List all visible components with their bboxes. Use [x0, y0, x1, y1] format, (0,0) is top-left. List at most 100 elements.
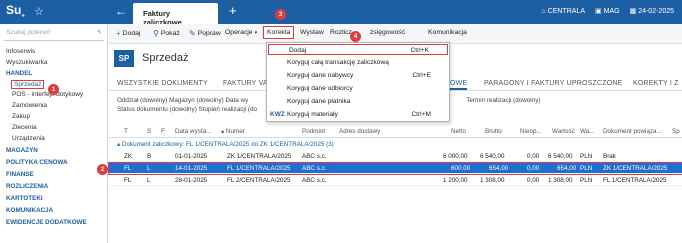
date-indicator[interactable]: ▦ 24-02-2025 [629, 7, 674, 16]
document-tab[interactable]: Faktury zaliczkowe [133, 3, 218, 27]
wystaw-button[interactable]: Wystaw [300, 29, 324, 36]
grid-header: T S F Data wysta... ▴ Numer Podmiot Adre… [109, 125, 682, 138]
col-linked-doc[interactable]: Dokument powiąza... [603, 128, 662, 135]
search-placeholder: Szukaj poleceń [6, 29, 51, 36]
sidebar-item-wyszukiwarka[interactable]: Wyszukiwarka [6, 59, 47, 66]
col-number[interactable]: ▴ Numer [221, 128, 245, 135]
cell-netto: 600,00 [451, 165, 471, 172]
group-row[interactable]: ▴ Dokument zaliczkowy: FL 1/CENTRALA/202… [109, 139, 682, 150]
cell-brutto: 1 308,00 [480, 177, 505, 184]
rozliczenia-label: Rozlicz [330, 29, 352, 36]
sidebar-head-handel[interactable]: HANDEL [6, 70, 32, 77]
col-netto[interactable]: Netto [451, 128, 466, 135]
add-button[interactable]: + Dodaj [116, 29, 140, 38]
cell-entity: ABC s.c. [302, 153, 327, 160]
sidebar-item-zamowienia[interactable]: Zamówienia [12, 102, 47, 109]
callout-2: 2 [97, 164, 108, 175]
korekta-button[interactable]: Korekta [263, 26, 295, 39]
cell-s: B [147, 153, 152, 160]
mag-indicator[interactable]: ▣ MAG [594, 7, 620, 16]
operacje-button[interactable]: Operacje ▾ [225, 29, 257, 36]
sidebar: Szukaj poleceń ✎ Infoserwis Wyszukiwarka… [0, 24, 108, 243]
cell-nieop: 0,00 [527, 177, 540, 184]
sidebar-head-rozliczenia[interactable]: ROZLICZENIA [6, 183, 48, 190]
calendar-icon: ▦ [629, 8, 637, 15]
back-arrow-icon[interactable]: ← [115, 4, 127, 18]
col-s[interactable]: S [147, 128, 151, 135]
callout-1: 1 [48, 84, 59, 95]
cell-date: 14-01-2025 [175, 165, 208, 172]
cell-s: L [147, 165, 151, 172]
tab-faktury-vat[interactable]: FAKTURY VA [223, 80, 268, 87]
col-value[interactable]: Wartość [552, 128, 575, 135]
star-icon[interactable]: ☆ [34, 5, 44, 18]
callout-3: 3 [275, 9, 286, 20]
table-row[interactable]: ZK B 01-01-2025 ZK 1/CENTRALA/2025 ABC s… [109, 151, 682, 162]
sidebar-head-komunikacja[interactable]: KOMUNIKACJA [6, 207, 53, 214]
new-tab-plus-icon[interactable]: + [229, 3, 237, 18]
menu-item-label: Koryguj materiały [287, 111, 338, 118]
chevron-down-icon: ▾ [254, 29, 258, 36]
centrala-indicator[interactable]: ⌂ CENTRALA [541, 7, 585, 15]
sidebar-search-input[interactable]: Szukaj poleceń ✎ [4, 29, 104, 41]
cell-s: L [147, 177, 151, 184]
rozliczenia-button[interactable]: Rozlicz żsięgowość [330, 29, 405, 36]
sidebar-head-ewidencje[interactable]: EWIDENCJE DODATKOWE [6, 219, 87, 226]
sidebar-item-pos[interactable]: POS - interfejs dotykowy [12, 91, 83, 98]
col-f[interactable]: F [161, 128, 165, 135]
table-row-selected[interactable]: FL L 14-01-2025 FL 1/CENTRALA/2025 ABC s… [108, 162, 682, 175]
menu-item-label: Koryguj dane płatnika [287, 98, 351, 105]
col-nieop[interactable]: Nieop... [520, 128, 542, 135]
tab-paragony[interactable]: PARAGONY I FAKTURY UPROSZCZONE [484, 80, 623, 87]
menu-item-koryguj-materialy[interactable]: KWZ Koryguj materiały Ctrl+M [267, 109, 449, 120]
col-address[interactable]: Adres dostawy [339, 128, 380, 135]
show-button[interactable]: ⚲ Pokaż [153, 29, 180, 38]
cell-t: ZK [124, 153, 133, 160]
sidebar-head-finanse[interactable]: FINANSE [6, 171, 34, 178]
cell-entity: ABC s.c. [302, 177, 327, 184]
cell-value: 1 308,00 [548, 177, 573, 184]
cell-number: FL 1/CENTRALA/2025 [227, 165, 291, 172]
sidebar-item-zlecenia[interactable]: Zlecenia [12, 124, 37, 131]
pin-icon[interactable]: ✎ [97, 29, 102, 36]
komunikacja-button[interactable]: Komunikacja [428, 29, 467, 36]
col-brutto[interactable]: Brutto [485, 128, 502, 135]
filter-termin: Termin realizacji (dowolny) [466, 97, 541, 104]
col-sp[interactable]: Sp [672, 128, 680, 135]
col-currency[interactable]: Wa... [580, 128, 594, 135]
tab-korekty[interactable]: KOREKTY I Z [633, 80, 679, 87]
sidebar-item-infoserwis[interactable]: Infoserwis [6, 48, 35, 55]
col-date[interactable]: Data wysta... [175, 128, 211, 135]
edit-button[interactable]: ✎ Popraw [189, 29, 221, 38]
sidebar-head-magazyn[interactable]: MAGAZYN [6, 147, 38, 154]
tab-all-documents[interactable]: WSZYSTKIE DOKUMENTY [117, 80, 208, 87]
cell-number: FL 2/CENTRALA/2025 [227, 177, 291, 184]
col-t[interactable]: T [124, 128, 128, 135]
filter-line-1a: Oddział (dowolny) Magazyn (dowolny) Data… [117, 97, 249, 104]
cell-date: 28-01-2025 [175, 177, 208, 184]
cell-t: FL [124, 177, 132, 184]
sidebar-head-polityka-cenowa[interactable]: POLITYKA CENOWA [6, 159, 68, 166]
warehouse-icon: ▣ [594, 8, 602, 15]
sidebar-head-kartoteki[interactable]: KARTOTEKI [6, 195, 43, 202]
col-entity[interactable]: Podmiot [302, 128, 325, 135]
cell-date: 01-01-2025 [175, 153, 208, 160]
sidebar-item-zakup[interactable]: Zakup [12, 113, 30, 120]
cell-value: 654,00 [557, 165, 577, 172]
menu-item-label: Koryguj dane nabywcy [287, 72, 354, 79]
menu-item-koryguj-odbiorcy[interactable]: Koryguj dane odbiorcy [267, 83, 449, 94]
sidebar-item-sprzedaz[interactable]: Sprzedaż [11, 80, 45, 89]
table-row[interactable]: FL L 28-01-2025 FL 2/CENTRALA/2025 ABC s… [109, 175, 682, 186]
sidebar-item-urzadzenia[interactable]: Urządzenia [12, 135, 45, 142]
page-title: Sprzedaż [142, 52, 189, 64]
menu-item-koryguj-platnika[interactable]: Koryguj dane płatnika [267, 96, 449, 107]
search-icon: ⚲ [153, 29, 159, 38]
menu-item-koryguj-transakcje[interactable]: Koryguj całą transakcję zaliczkową [267, 57, 449, 68]
cell-linked-doc: FL 1/CENTRALA/2025 [603, 177, 667, 184]
menu-item-dodaj[interactable]: Dodaj Ctrl+K [268, 44, 448, 55]
ksiegowosc-label: żsięgowość [369, 29, 406, 36]
menu-item-koryguj-nabywcy[interactable]: Koryguj dane nabywcy Ctrl+E [267, 70, 449, 81]
tab-zaliczkowe[interactable]: OWE [450, 80, 468, 90]
korekta-label: Korekta [267, 29, 291, 36]
cell-t: FL [124, 165, 132, 172]
